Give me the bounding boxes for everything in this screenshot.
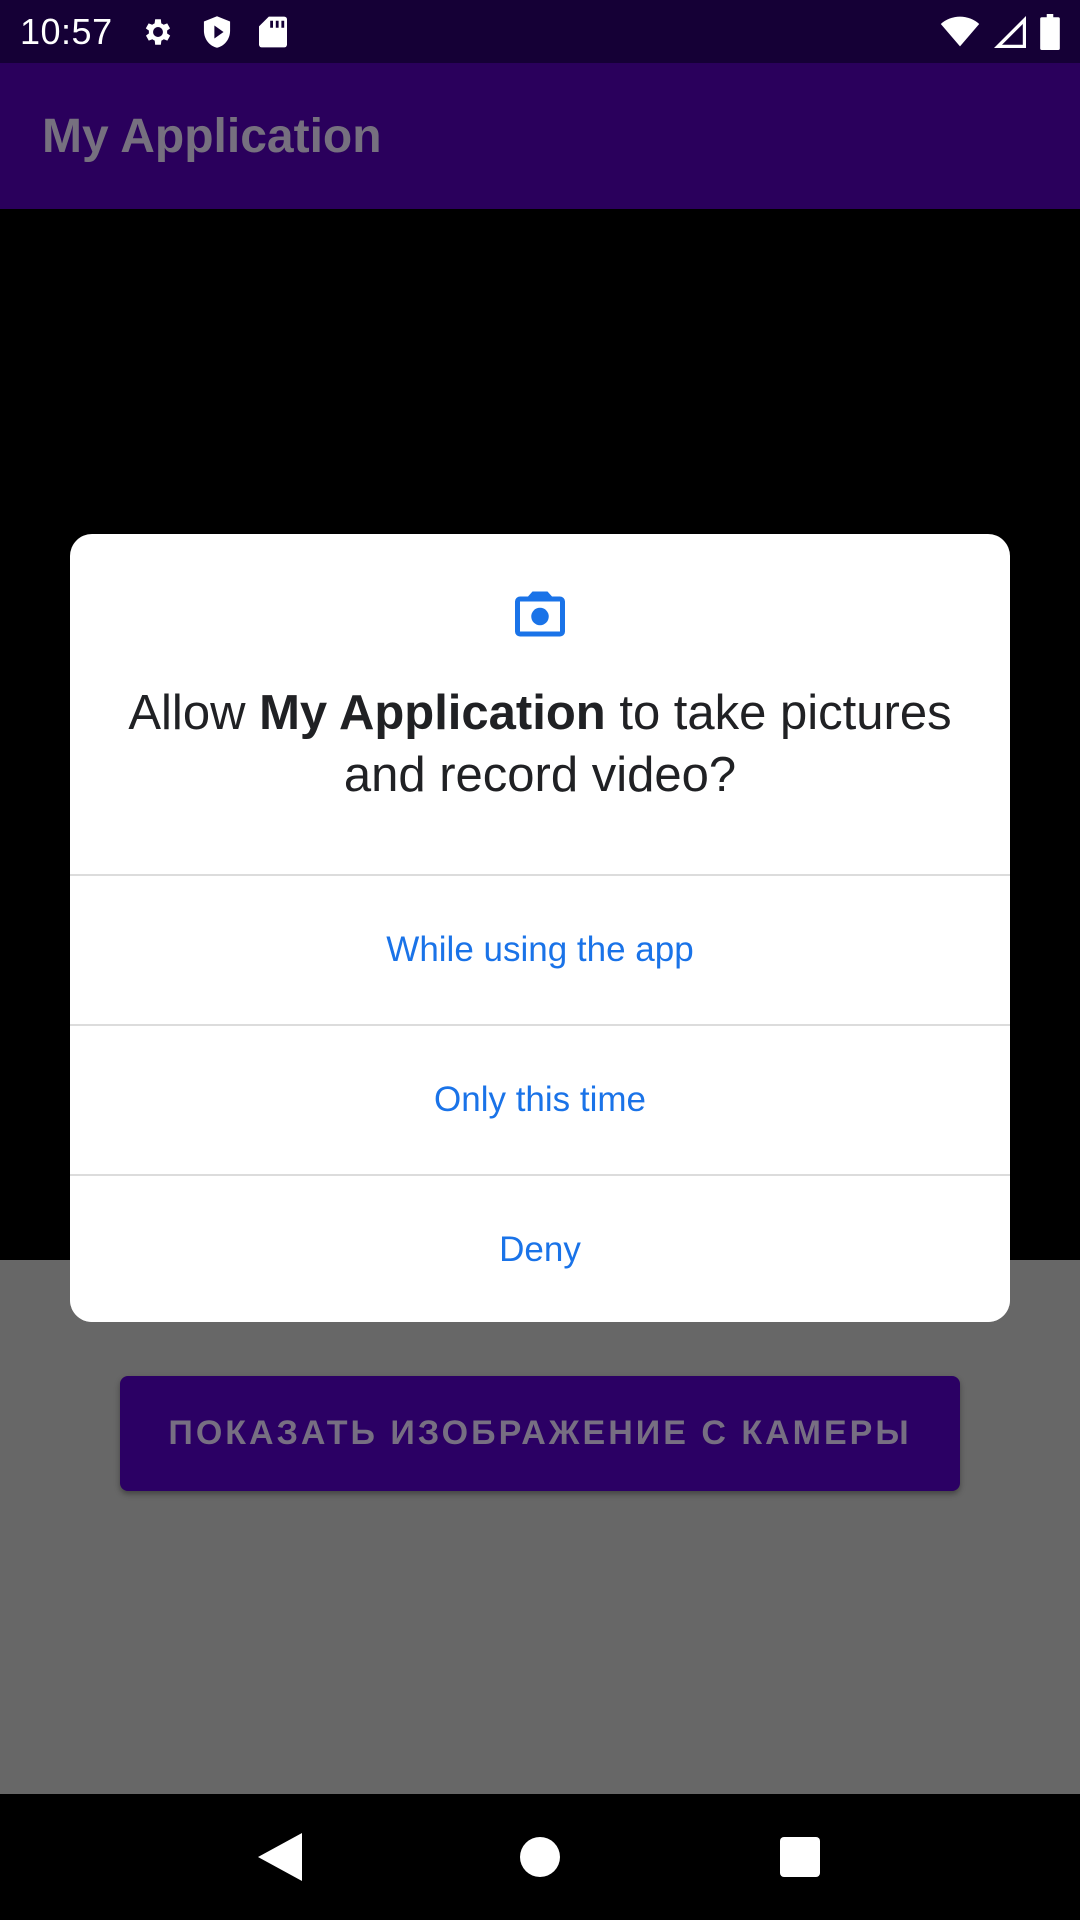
content-area: [0, 1260, 1080, 1794]
allow-while-using-button[interactable]: While using the app: [70, 874, 1010, 1024]
status-right-icons: [940, 13, 1060, 50]
cellular-signal-icon: [994, 15, 1026, 48]
home-icon[interactable]: [495, 1812, 585, 1902]
show-camera-image-button[interactable]: ПОКАЗАТЬ ИЗОБРАЖЕНИЕ С КАМЕРЫ: [120, 1376, 960, 1491]
shield-icon: [201, 15, 233, 49]
navigation-bar: [0, 1794, 1080, 1920]
camera-icon: [510, 584, 570, 644]
sd-card-icon: [258, 15, 287, 49]
dialog-message-prefix: Allow: [128, 686, 260, 740]
status-time: 10:57: [20, 10, 113, 52]
deny-button[interactable]: Deny: [70, 1174, 1010, 1322]
battery-icon: [1040, 13, 1060, 50]
app-title: My Application: [42, 109, 382, 163]
permission-dialog: Allow My Application to take pictures an…: [70, 534, 1010, 1322]
status-left-icons: [141, 15, 287, 49]
dialog-app-name: My Application: [259, 686, 606, 740]
back-icon[interactable]: [235, 1812, 325, 1902]
dialog-header: Allow My Application to take pictures an…: [70, 534, 1010, 874]
app-bar: My Application: [0, 63, 1080, 209]
screen: 10:57 My Application ПОКАЗАТЬ ИЗОБРАЖЕНИ…: [0, 0, 1080, 1920]
allow-only-this-time-button[interactable]: Only this time: [70, 1024, 1010, 1174]
dialog-message: Allow My Application to take pictures an…: [110, 682, 970, 806]
recents-icon[interactable]: [755, 1812, 845, 1902]
wifi-icon: [940, 16, 980, 48]
settings-icon: [141, 15, 175, 49]
status-bar: 10:57: [0, 0, 1080, 63]
